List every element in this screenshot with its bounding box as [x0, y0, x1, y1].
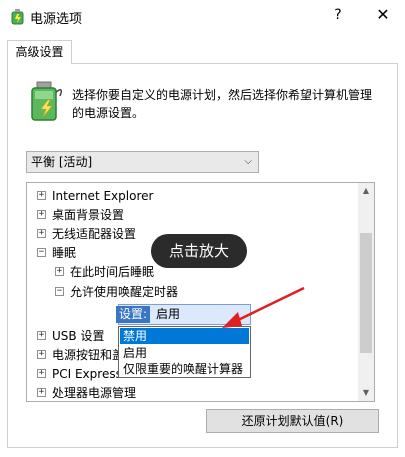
setting-label: 设置:	[116, 306, 151, 323]
zoom-callout: 点击放大	[151, 234, 247, 268]
tree-item-label: USB 设置	[52, 329, 105, 343]
tree-item-usb-settings[interactable]: + USB 设置	[37, 327, 104, 345]
annotation-arrow-icon	[200, 282, 310, 342]
scroll-down-icon[interactable]: ▼	[358, 385, 374, 401]
tree-item-desktop-background[interactable]: + 桌面背景设置	[37, 206, 124, 224]
tree-item-label: 桌面背景设置	[52, 208, 125, 222]
expand-icon[interactable]: +	[37, 210, 46, 219]
expand-icon[interactable]: +	[37, 388, 46, 397]
chevron-down-icon: ⌵	[244, 156, 252, 167]
power-plan-value: 平衡 [活动]	[31, 155, 93, 169]
tree-item-label: PCI Express	[52, 367, 122, 381]
tree-item-wake-timers[interactable]: − 允许使用唤醒定时器	[55, 283, 178, 301]
tree-item-label: 无线适配器设置	[52, 227, 137, 241]
expand-icon[interactable]: +	[37, 191, 46, 200]
help-button[interactable]: ?	[326, 4, 350, 26]
tree-item-label: 电源按钮和盖	[52, 348, 125, 362]
tree-item-label: Internet Explorer	[52, 189, 154, 203]
restore-defaults-button[interactable]: 还原计划默认值(R)	[206, 409, 379, 433]
power-plan-select[interactable]: 平衡 [活动] ⌵	[26, 151, 259, 173]
option-enable[interactable]: 启用	[120, 345, 249, 361]
tree-item-label: 在此时间后睡眠	[70, 265, 155, 279]
expand-icon[interactable]: +	[37, 331, 46, 340]
expand-icon[interactable]: +	[37, 229, 46, 238]
tree-item-sleep[interactable]: − 睡眠	[37, 244, 76, 262]
window-title: 电源选项	[30, 12, 83, 27]
expand-icon[interactable]: +	[55, 267, 64, 276]
tree-scrollbar[interactable]: ▲ ▼	[358, 183, 374, 401]
tree-item-internet-explorer[interactable]: + Internet Explorer	[37, 187, 153, 205]
expand-icon[interactable]: +	[37, 369, 46, 378]
scroll-up-icon[interactable]: ▲	[358, 183, 374, 199]
battery-icon	[28, 80, 66, 122]
expand-icon[interactable]: +	[37, 350, 46, 359]
option-important-wake-timers-only[interactable]: 仅限重要的唤醒计算器	[120, 361, 249, 377]
tree-item-wireless-adapter[interactable]: + 无线适配器设置	[37, 225, 136, 243]
tree-item-power-buttons-lid[interactable]: + 电源按钮和盖	[37, 346, 124, 364]
power-options-icon	[8, 6, 28, 26]
tab-advanced-settings[interactable]: 高级设置	[7, 40, 72, 64]
tree-item-sleep-after[interactable]: + 在此时间后睡眠	[55, 263, 154, 281]
tree-item-label: 允许使用唤醒定时器	[70, 285, 179, 299]
tree-item-label: 处理器电源管理	[52, 386, 137, 400]
scroll-thumb[interactable]	[360, 233, 372, 353]
close-button[interactable]: ✕	[370, 4, 396, 26]
description-text: 选择你要自定义的电源计划，然后选择你希望计算机管理的电源设置。	[72, 88, 373, 120]
tree-item-processor-power[interactable]: + 处理器电源管理	[37, 384, 137, 401]
collapse-icon[interactable]: −	[37, 248, 46, 257]
collapse-icon[interactable]: −	[55, 287, 64, 296]
tree-item-pci-express[interactable]: + PCI Express	[37, 365, 122, 383]
